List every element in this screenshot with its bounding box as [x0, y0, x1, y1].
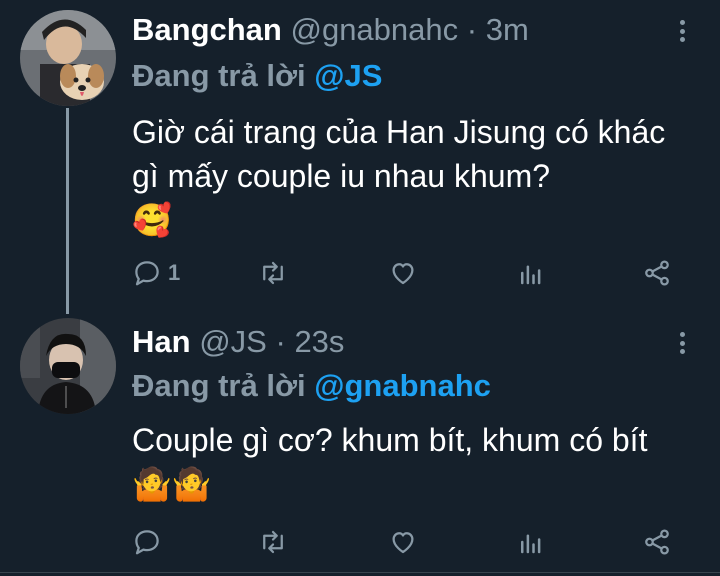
reply-button[interactable]: [132, 522, 168, 562]
user-handle[interactable]: @JS: [199, 324, 267, 359]
share-icon: [645, 260, 669, 286]
comment-icon: [135, 530, 159, 555]
timestamp[interactable]: 3m: [486, 12, 529, 47]
replying-to-label: Đang trả lời: [132, 58, 306, 93]
analytics-button[interactable]: [516, 253, 546, 293]
retweet-button[interactable]: [258, 522, 288, 562]
analytics-icon: [521, 534, 541, 554]
dot-icon: [679, 340, 685, 346]
smiling-face-with-hearts-emoji: 🥰: [132, 202, 172, 238]
tweet-body: Couple gì cơ? khum bít, khum có bít: [132, 422, 648, 458]
share-button[interactable]: [642, 253, 672, 293]
tweet-body: Giờ cái trang của Han Jisung có khác gì …: [132, 114, 666, 194]
user-handle[interactable]: @gnabnahc: [290, 12, 458, 47]
dot-icon: [679, 332, 685, 337]
shrug-emoji: 🤷🤷: [132, 466, 212, 502]
tweet-header: Bangchan @gnabnahc · 3m: [132, 12, 529, 48]
separator-dot: ·: [275, 324, 286, 359]
replying-to-handle[interactable]: @JS: [314, 58, 382, 93]
thread-connector-line: [66, 108, 69, 314]
analytics-button[interactable]: [516, 522, 546, 562]
dot-icon: [679, 28, 685, 34]
replying-to: Đang trả lời @JS: [132, 58, 382, 94]
comment-icon: [135, 261, 159, 286]
tweet-actions: 1: [132, 253, 692, 293]
retweet-button[interactable]: [258, 253, 288, 293]
replying-to: Đang trả lời @gnabnahc: [132, 368, 491, 404]
avatar[interactable]: [20, 318, 116, 414]
tweet-header: Han @JS · 23s: [132, 324, 344, 360]
tweet-actions: [132, 522, 692, 562]
reply-count: 1: [168, 260, 181, 285]
heart-icon: [392, 532, 414, 554]
timestamp[interactable]: 23s: [294, 324, 344, 359]
retweet-icon: [263, 261, 283, 285]
dot-icon: [679, 37, 685, 42]
avatar[interactable]: [20, 10, 116, 106]
retweet-icon: [263, 530, 283, 554]
share-button[interactable]: [642, 522, 672, 562]
separator-dot: ·: [466, 12, 478, 47]
dot-icon: [679, 20, 685, 25]
heart-icon: [392, 263, 414, 285]
replying-to-handle[interactable]: @gnabnahc: [314, 368, 491, 403]
tweet-text: Giờ cái trang của Han Jisung có khác gì …: [132, 110, 692, 242]
like-button[interactable]: [388, 522, 418, 562]
person-with-mask-avatar-icon: [20, 318, 116, 414]
divider: [0, 572, 720, 573]
dot-icon: [679, 349, 685, 354]
display-name[interactable]: Bangchan: [132, 12, 282, 47]
share-icon: [645, 529, 669, 555]
replying-to-label: Đang trả lời: [132, 368, 306, 403]
more-options-button[interactable]: [672, 16, 692, 46]
person-with-dog-avatar-icon: [20, 10, 116, 106]
analytics-icon: [521, 265, 541, 285]
tweet-text: Couple gì cơ? khum bít, khum có bít 🤷🤷: [132, 418, 692, 506]
like-button[interactable]: [388, 253, 418, 293]
reply-button[interactable]: 1: [132, 253, 180, 293]
more-options-button[interactable]: [672, 328, 692, 358]
display-name[interactable]: Han: [132, 324, 191, 359]
